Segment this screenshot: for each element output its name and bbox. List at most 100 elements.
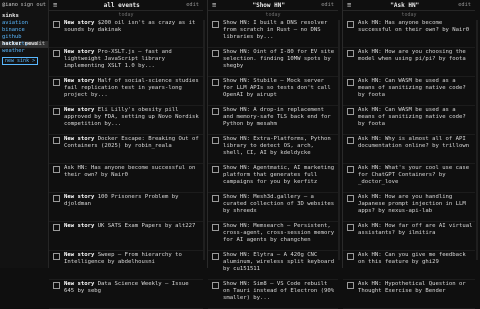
- list-item[interactable]: Show HN: Memsearch – Persistent, cross-a…: [208, 222, 338, 251]
- sidebar-item-github-activity[interactable]: github activity: [0, 34, 48, 47]
- checkbox[interactable]: [53, 282, 60, 289]
- checkbox[interactable]: [212, 282, 219, 289]
- checkbox[interactable]: [212, 166, 219, 173]
- checkbox[interactable]: [212, 108, 219, 115]
- column-title: all events: [103, 1, 140, 9]
- checkbox[interactable]: [347, 224, 354, 231]
- item-text: Show HN: Sim8 – VS Code rebuilt on Tauri…: [223, 281, 335, 302]
- list-item[interactable]: Ask HN: Why is almost all of API documen…: [343, 135, 475, 164]
- item-text: Show HN: Oint of I-80 for EV site select…: [223, 49, 335, 70]
- column-edit-link[interactable]: edit: [458, 2, 471, 8]
- list-item[interactable]: Show HN: Sim8 – VS Code rebuilt on Tauri…: [208, 280, 338, 309]
- list-item[interactable]: New story Docker Escape: Breaking Out of…: [49, 135, 203, 164]
- checkbox[interactable]: [53, 50, 60, 57]
- username: @iano: [2, 1, 18, 8]
- column-ask-hn: ≡ "Ask HN" edit today Ask HN: Has anyone…: [343, 0, 475, 309]
- menu-icon[interactable]: ≡: [53, 1, 57, 9]
- item-text: Ask HN: How far off are AI virtual assis…: [358, 223, 473, 237]
- list-item[interactable]: Ask HN: Can you give me feedback on this…: [343, 251, 475, 280]
- sidebar-item-weather[interactable]: weather: [0, 48, 48, 55]
- checkbox[interactable]: [347, 195, 354, 202]
- day-separator: today: [265, 12, 281, 18]
- event-list: New story $200 oil isn't as crazy as it …: [49, 19, 203, 309]
- checkbox[interactable]: [212, 195, 219, 202]
- menu-icon[interactable]: ≡: [347, 1, 351, 9]
- list-item[interactable]: New story Pro-XSLT.js – fast and lightwe…: [49, 48, 203, 77]
- sidebar-item-binance[interactable]: binance: [0, 27, 48, 34]
- list-item[interactable]: New story Data Science Weekly – Issue 64…: [49, 280, 203, 309]
- checkbox[interactable]: [347, 79, 354, 86]
- list-item[interactable]: Show HN: A drop-in replacement and memor…: [208, 106, 338, 135]
- checkbox[interactable]: [347, 166, 354, 173]
- checkbox[interactable]: [53, 79, 60, 86]
- item-tag: New story: [64, 194, 95, 200]
- item-tag: New story: [64, 49, 95, 55]
- checkbox[interactable]: [53, 195, 60, 202]
- list-item[interactable]: New story 100 Prisoners Problem by djold…: [49, 193, 203, 222]
- column-header: ≡ "Ask HN" edit: [343, 0, 475, 11]
- scrollbar[interactable]: [338, 20, 340, 260]
- checkbox[interactable]: [53, 21, 60, 28]
- item-tag: New story: [64, 281, 95, 287]
- list-item[interactable]: New story Half of social-science studies…: [49, 77, 203, 106]
- sidebar-item-aviation[interactable]: aviation: [0, 20, 48, 27]
- list-item[interactable]: Ask HN: How are you handling Japanese pr…: [343, 193, 475, 222]
- scrollbar[interactable]: [203, 20, 205, 260]
- checkbox[interactable]: [212, 253, 219, 260]
- checkbox[interactable]: [212, 137, 219, 144]
- checkbox[interactable]: [53, 108, 60, 115]
- checkbox[interactable]: [347, 50, 354, 57]
- checkbox[interactable]: [212, 79, 219, 86]
- checkbox[interactable]: [347, 253, 354, 260]
- checkbox[interactable]: [347, 108, 354, 115]
- checkbox[interactable]: [347, 21, 354, 28]
- item-text: Show HN: Elytra – A 420g CNC aluminum, w…: [223, 252, 335, 273]
- checkbox[interactable]: [212, 224, 219, 231]
- new-sink-button[interactable]: new sink >: [2, 57, 39, 65]
- list-item[interactable]: Ask HN: Can WASM be used as a means of s…: [343, 106, 475, 135]
- checkbox[interactable]: [212, 50, 219, 57]
- column-edit-link[interactable]: edit: [186, 2, 199, 8]
- scrollbar[interactable]: [476, 20, 478, 260]
- list-item[interactable]: Show HN: Oint of I-80 for EV site select…: [208, 48, 338, 77]
- item-text: Ask HN: How are you choosing the model w…: [358, 49, 466, 63]
- item-text: Ask HN: How are you handling Japanese pr…: [358, 194, 466, 215]
- list-item[interactable]: Show HN: Stubile – Mock server for LLM A…: [208, 77, 338, 106]
- sidebar-edit-link[interactable]: edit: [32, 41, 45, 48]
- item-tag: New story: [64, 78, 95, 84]
- list-item[interactable]: Show HN: Agentmatic, AI marketing platfo…: [208, 164, 338, 193]
- item-tag: New story: [64, 252, 95, 258]
- list-item[interactable]: Ask HN: What's your cool use case for Ch…: [343, 164, 475, 193]
- menu-icon[interactable]: ≡: [212, 1, 216, 9]
- checkbox[interactable]: [347, 137, 354, 144]
- checkbox[interactable]: [53, 137, 60, 144]
- item-text: Show HN: Extra-Platforms, Python library…: [223, 136, 331, 157]
- list-item[interactable]: Ask HN: How are you choosing the model w…: [343, 48, 475, 77]
- column-edit-link[interactable]: edit: [321, 2, 334, 8]
- list-item[interactable]: New story Sweep – From hierarchy to Inte…: [49, 251, 203, 280]
- item-tag: New story: [64, 136, 95, 142]
- list-item[interactable]: Ask HN: Can WASM be used as a means of s…: [343, 77, 475, 106]
- list-item[interactable]: New story UK SATS Exam Papers by alt227: [49, 222, 203, 251]
- checkbox[interactable]: [53, 224, 60, 231]
- item-text: Ask HN: Has anyone become successful on …: [64, 165, 196, 179]
- sign-out-link[interactable]: sign out: [20, 2, 46, 8]
- column-title: "Ask HN": [390, 1, 420, 9]
- list-item[interactable]: Show HN: Mesh3d.gallery – a curated coll…: [208, 193, 338, 222]
- list-item[interactable]: Ask HN: How far off are AI virtual assis…: [343, 222, 475, 251]
- checkbox[interactable]: [347, 282, 354, 289]
- checkbox[interactable]: [53, 166, 60, 173]
- item-tag: New story: [64, 223, 95, 229]
- list-item[interactable]: Ask HN: Has anyone become successful on …: [343, 19, 475, 48]
- sidebar-item-hacker-news[interactable]: hacker news edit: [0, 41, 48, 48]
- list-item[interactable]: New story Eli Lilly's obesity pill appro…: [49, 106, 203, 135]
- list-item[interactable]: New story $200 oil isn't as crazy as it …: [49, 19, 203, 48]
- list-item[interactable]: Ask HN: Has anyone become successful on …: [49, 164, 203, 193]
- list-item[interactable]: Show HN: Elytra – A 420g CNC aluminum, w…: [208, 251, 338, 280]
- item-text: Show HN: Mesh3d.gallery – a curated coll…: [223, 194, 335, 215]
- list-item[interactable]: Ask HN: Hypothetical Question or Thought…: [343, 280, 475, 309]
- checkbox[interactable]: [212, 21, 219, 28]
- list-item[interactable]: Show HN: I built a DNS resolver from scr…: [208, 19, 338, 48]
- checkbox[interactable]: [53, 253, 60, 260]
- list-item[interactable]: Show HN: Extra-Platforms, Python library…: [208, 135, 338, 164]
